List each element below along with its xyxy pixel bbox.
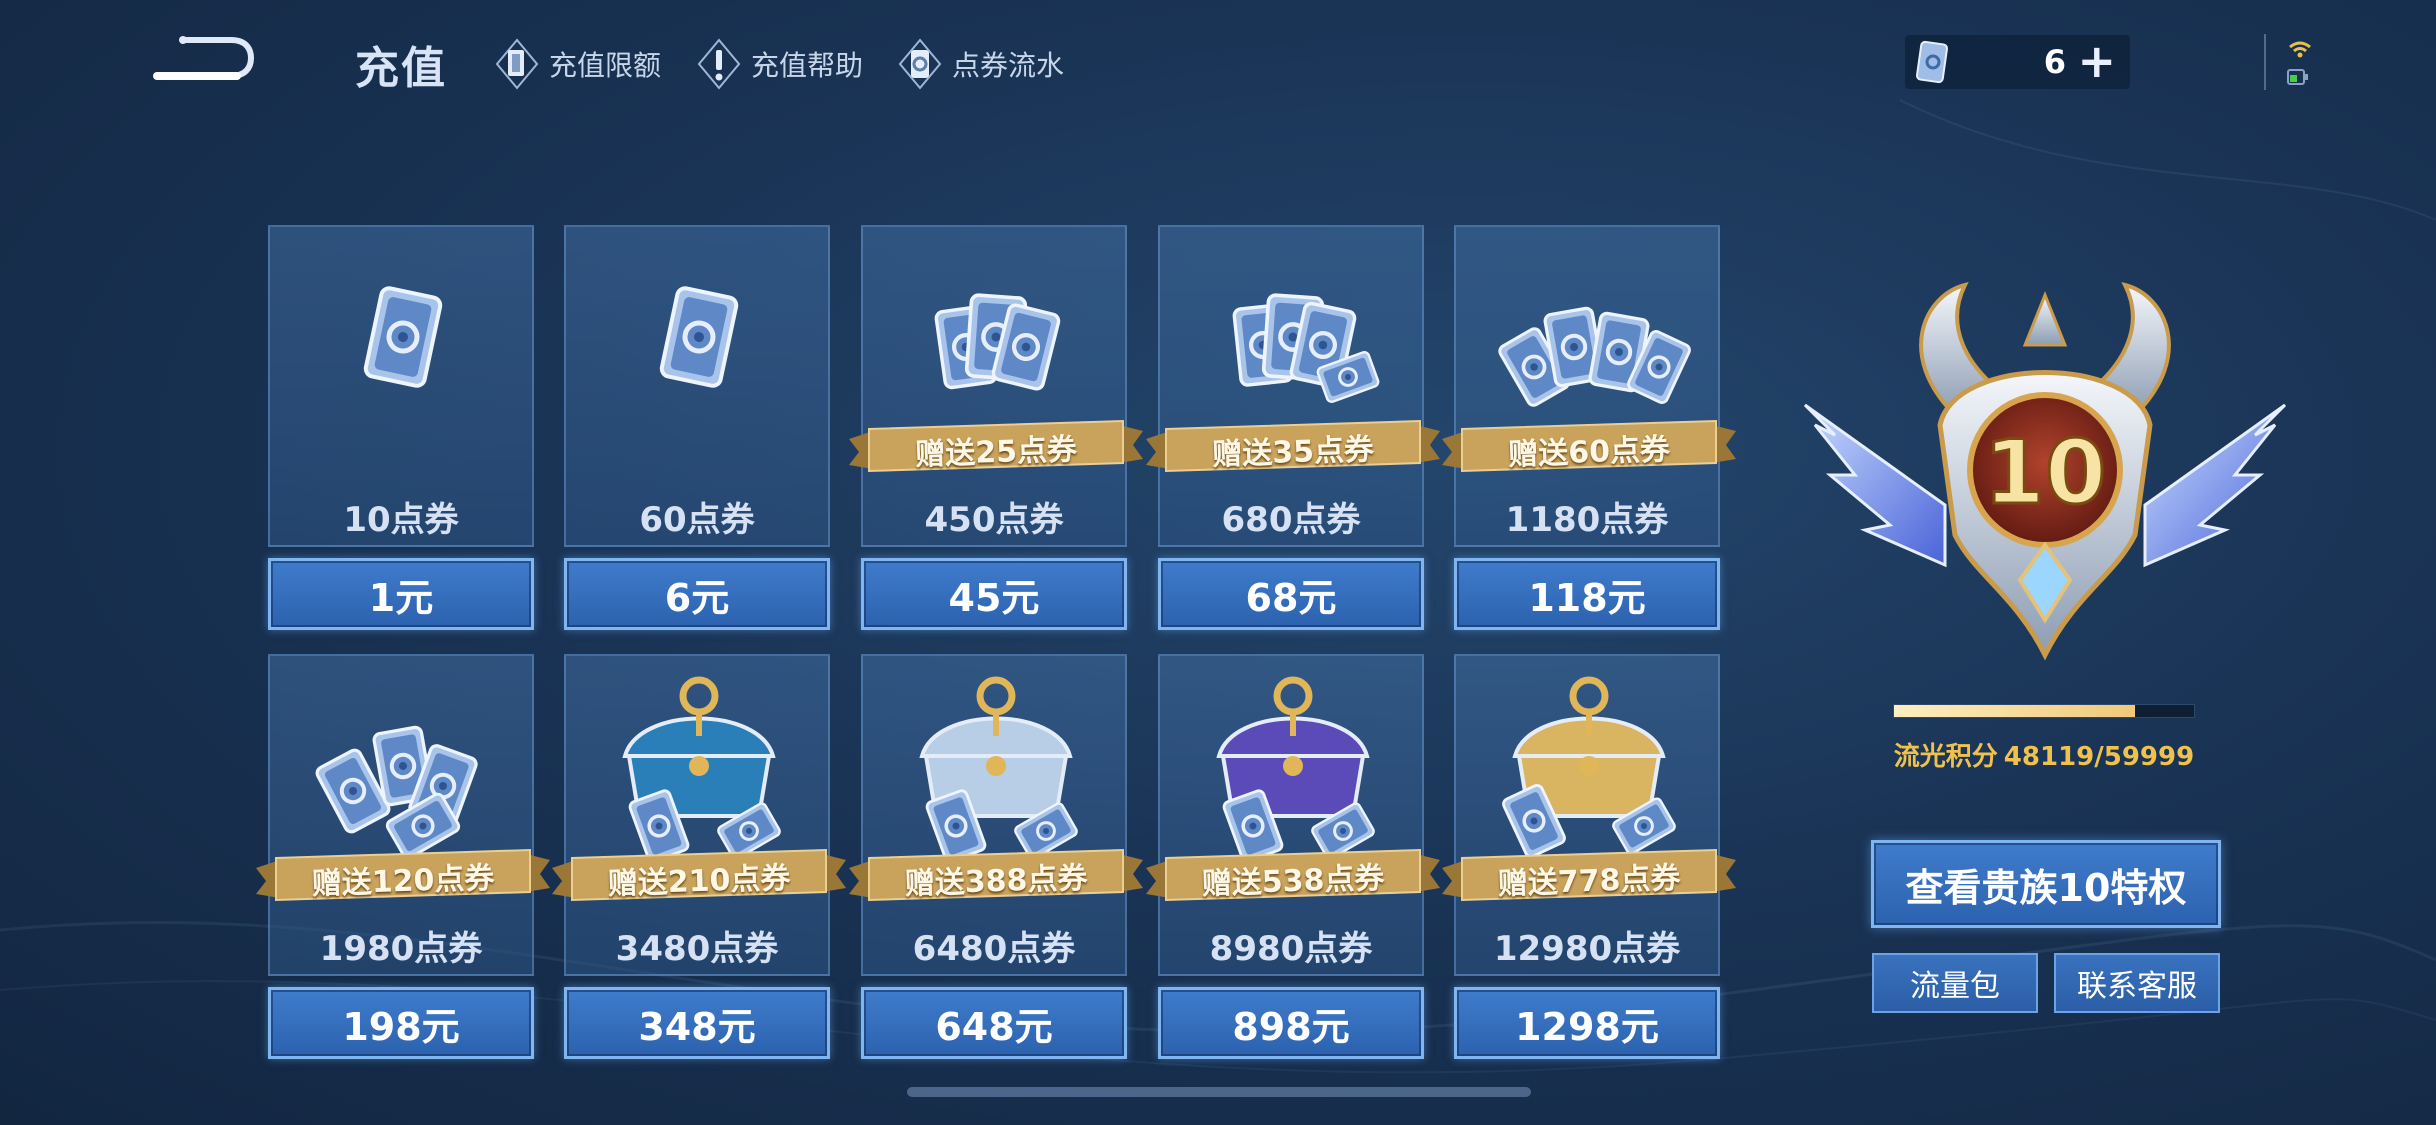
contact-service-button[interactable]: 联系客服 — [2054, 953, 2220, 1013]
voucher-ticket-icon — [315, 725, 478, 860]
ticket-flow-icon — [898, 38, 942, 90]
voucher-ticket-icon — [659, 286, 739, 388]
noble-level-number: 10 — [1984, 421, 2106, 524]
bonus-ribbon: 赠送35点券 — [1146, 417, 1440, 479]
package-points: 680点券 — [1221, 500, 1361, 540]
voucher-amount: 6 — [2043, 43, 2066, 81]
voucher-flow-link[interactable]: 点券流水 — [898, 36, 1064, 92]
package-price-button[interactable]: 1元 — [268, 558, 534, 630]
score-label: 流光积分 — [1893, 742, 1998, 772]
top-bar: 充值 充值限额 充值帮助 点券流水 6 + — [0, 0, 2436, 130]
package-card[interactable]: 10点券 — [268, 225, 534, 547]
noble-level-emblem: 10 — [1803, 281, 2287, 661]
score-progress-fill — [1894, 705, 2135, 717]
voucher-ticket-icon — [1915, 40, 1949, 84]
exclamation-icon — [697, 38, 741, 90]
view-noble-privileges-button[interactable]: 查看贵族10特权 — [1871, 840, 2221, 928]
recharge-help-link[interactable]: 充值帮助 — [697, 36, 863, 92]
package-card[interactable]: 赠送120点券 1980点券 — [256, 654, 550, 976]
status-divider — [2264, 34, 2266, 90]
package-card[interactable]: 赠送778点券 12980点券 — [1442, 654, 1736, 976]
bonus-ribbon: 赠送388点券 — [849, 846, 1143, 908]
bonus-ribbon: 赠送60点券 — [1442, 417, 1736, 479]
package-price-button[interactable]: 45元 — [861, 558, 1127, 630]
back-arrow-icon — [153, 36, 255, 80]
voucher-chest-icon — [622, 676, 781, 863]
voucher-chest-icon — [919, 676, 1078, 863]
traffic-pack-button[interactable]: 流量包 — [1872, 953, 2038, 1013]
voucher-ticket-icon — [1232, 293, 1380, 403]
score-value: 48119/59999 — [2003, 742, 2195, 772]
package-points: 6480点券 — [912, 929, 1076, 969]
voucher-ticket-icon — [1498, 306, 1691, 407]
package-points: 10点券 — [343, 500, 459, 540]
voucher-flow-label: 点券流水 — [952, 49, 1065, 82]
package-price-button[interactable]: 68元 — [1158, 558, 1424, 630]
package-points: 1980点券 — [319, 929, 483, 969]
package-card[interactable]: 赠送25点券 450点券 — [849, 225, 1143, 547]
score-progress-bar — [1893, 704, 2195, 718]
recharge-limit-link[interactable]: 充值限额 — [495, 36, 661, 92]
back-button[interactable] — [150, 30, 260, 90]
package-price-button[interactable]: 6元 — [564, 558, 830, 630]
bonus-ribbon: 赠送120点券 — [256, 846, 550, 908]
voucher-chest-icon — [1502, 676, 1676, 858]
voucher-balance: 6 + — [1905, 35, 2130, 89]
package-card[interactable]: 赠送60点券 1180点券 — [1442, 225, 1736, 547]
package-price-button[interactable]: 648元 — [861, 987, 1127, 1059]
add-voucher-button[interactable]: + — [2077, 38, 2116, 84]
package-points: 450点券 — [924, 500, 1064, 540]
package-points: 8980点券 — [1209, 929, 1373, 969]
package-price-button[interactable]: 898元 — [1158, 987, 1424, 1059]
bonus-ribbon: 赠送538点券 — [1146, 846, 1440, 908]
bonus-ribbon: 赠送25点券 — [849, 417, 1143, 479]
package-card[interactable]: 赠送35点券 680点券 — [1146, 225, 1440, 547]
voucher-chest-icon — [1216, 676, 1375, 863]
voucher-ticket-icon — [934, 293, 1061, 391]
score-text: 流光积分 48119/59999 — [1893, 736, 2195, 773]
home-indicator[interactable] — [907, 1087, 1531, 1097]
recharge-help-label: 充值帮助 — [751, 49, 864, 82]
package-price-button[interactable]: 118元 — [1454, 558, 1720, 630]
package-points: 1180点券 — [1505, 500, 1669, 540]
wifi-icon — [2289, 41, 2311, 58]
package-price-button[interactable]: 348元 — [564, 987, 830, 1059]
bonus-ribbon: 赠送778点券 — [1442, 846, 1736, 908]
package-price-button[interactable]: 1298元 — [1454, 987, 1720, 1059]
package-price-button[interactable]: 198元 — [268, 987, 534, 1059]
status-indicators — [2264, 30, 2314, 94]
card-icon — [495, 38, 539, 90]
package-card[interactable]: 60点券 — [564, 225, 830, 547]
package-card[interactable]: 赠送538点券 8980点券 — [1146, 654, 1440, 976]
page-title: 充值 — [355, 43, 447, 94]
package-points: 3480点券 — [615, 929, 779, 969]
package-points: 60点券 — [639, 500, 755, 540]
voucher-ticket-icon — [363, 286, 443, 388]
package-card[interactable]: 赠送388点券 6480点券 — [849, 654, 1143, 976]
bonus-ribbon: 赠送210点券 — [552, 846, 846, 908]
package-points: 12980点券 — [1493, 929, 1681, 969]
package-card[interactable]: 赠送210点券 3480点券 — [552, 654, 846, 976]
battery-icon — [2287, 69, 2308, 85]
recharge-limit-label: 充值限额 — [549, 49, 662, 82]
